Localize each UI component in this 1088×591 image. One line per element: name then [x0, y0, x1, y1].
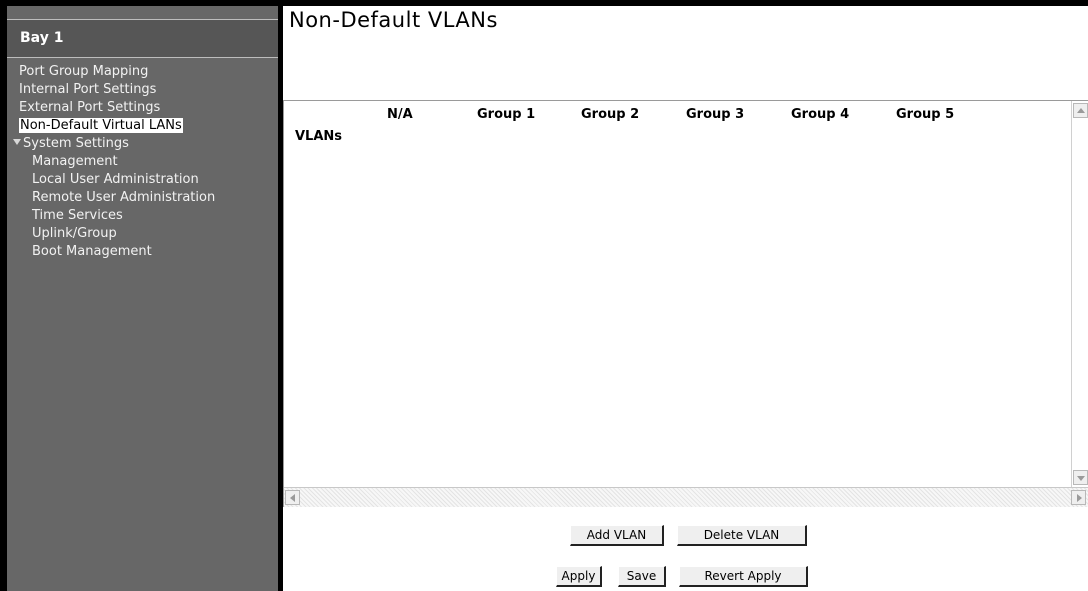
sidebar-item-external-port-settings[interactable]: External Port Settings: [7, 99, 278, 117]
arrow-right-icon: [1077, 494, 1082, 502]
arrow-up-icon: [1077, 108, 1085, 113]
sidebar-item-management[interactable]: Management: [7, 153, 278, 171]
arrow-down-icon: [1077, 476, 1085, 481]
revert-apply-button[interactable]: Revert Apply: [679, 566, 808, 587]
column-header: Group 5: [896, 107, 955, 122]
sidebar-item-system-settings[interactable]: System Settings: [7, 135, 278, 153]
sidebar-item-label: System Settings: [23, 136, 129, 151]
sidebar-item-label: Local User Administration: [32, 172, 199, 187]
column-header: Group 1: [477, 107, 536, 122]
scroll-down-button[interactable]: [1073, 470, 1088, 485]
sidebar-item-port-group-mapping[interactable]: Port Group Mapping: [7, 63, 278, 81]
scroll-up-button[interactable]: [1073, 103, 1088, 118]
sidebar-item-remote-user-administration[interactable]: Remote User Administration: [7, 189, 278, 207]
delete-vlan-button[interactable]: Delete VLAN: [677, 525, 807, 546]
main-panel: Non-Default VLANs N/A Group 1 Group 2 Gr…: [283, 6, 1088, 591]
vertical-scrollbar[interactable]: [1071, 101, 1088, 487]
apply-button[interactable]: Apply: [556, 566, 602, 587]
sidebar-item-non-default-vlans[interactable]: Non-Default Virtual LANs: [7, 117, 278, 135]
column-header: Group 4: [791, 107, 850, 122]
arrow-left-icon: [290, 494, 295, 502]
sidebar-item-label: External Port Settings: [19, 100, 161, 115]
sidebar-item-internal-port-settings[interactable]: Internal Port Settings: [7, 81, 278, 99]
bay-title: Bay 1: [20, 30, 64, 46]
page-title: Non-Default VLANs: [289, 8, 498, 32]
sidebar-item-label: Non-Default Virtual LANs: [19, 118, 183, 133]
window-frame: Bay 1 Port Group Mapping Internal Port S…: [0, 0, 1088, 591]
bay-header: Bay 1: [7, 19, 278, 58]
column-header: Group 3: [686, 107, 745, 122]
scroll-left-button[interactable]: [285, 490, 300, 505]
save-button[interactable]: Save: [618, 566, 666, 587]
sidebar-item-label: Remote User Administration: [32, 190, 216, 205]
vlan-table: N/A Group 1 Group 2 Group 3 Group 4 Grou…: [283, 100, 1088, 507]
sidebar-item-label: Internal Port Settings: [19, 82, 157, 97]
sidebar-item-label: Management: [32, 154, 118, 169]
sidebar-item-local-user-administration[interactable]: Local User Administration: [7, 171, 278, 189]
sidebar-item-boot-management[interactable]: Boot Management: [7, 243, 278, 261]
expand-triangle-icon[interactable]: [13, 139, 21, 145]
scroll-right-button[interactable]: [1071, 490, 1086, 505]
sidebar-item-label: Port Group Mapping: [19, 64, 149, 79]
row-header: VLANs: [295, 129, 343, 144]
horizontal-scrollbar[interactable]: [284, 487, 1088, 507]
column-header: N/A: [387, 107, 413, 122]
sidebar-nav: Port Group Mapping Internal Port Setting…: [7, 63, 278, 261]
vlan-table-content: N/A Group 1 Group 2 Group 3 Group 4 Grou…: [284, 101, 1071, 487]
sidebar-item-time-services[interactable]: Time Services: [7, 207, 278, 225]
sidebar: Bay 1 Port Group Mapping Internal Port S…: [7, 6, 278, 591]
sidebar-item-uplink-group[interactable]: Uplink/Group: [7, 225, 278, 243]
add-vlan-button[interactable]: Add VLAN: [570, 525, 664, 546]
sidebar-item-label: Uplink/Group: [32, 226, 117, 241]
sidebar-item-label: Time Services: [32, 208, 123, 223]
sidebar-item-label: Boot Management: [32, 244, 152, 259]
column-header: Group 2: [581, 107, 640, 122]
